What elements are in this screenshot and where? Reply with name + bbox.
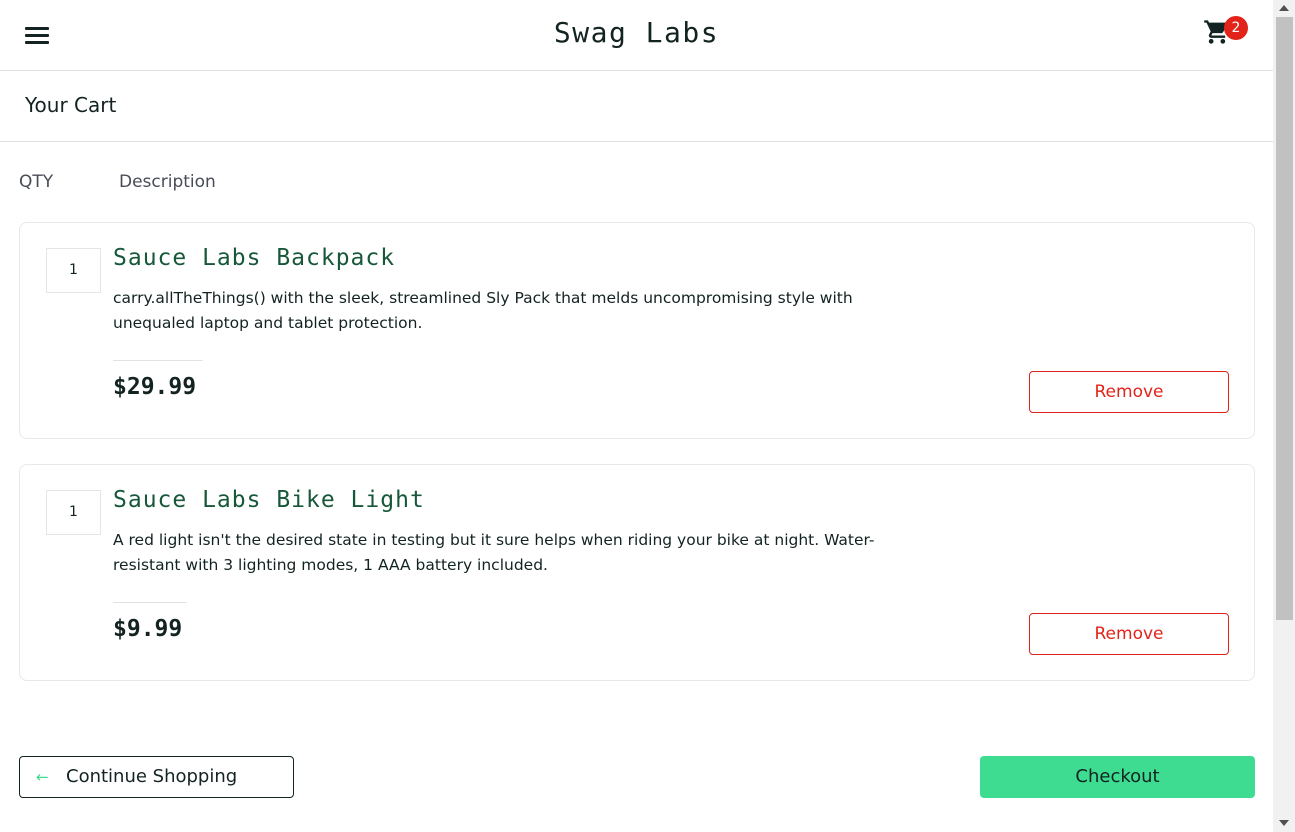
cart-item: 1 Sauce Labs Backpack carry.allTheThings… xyxy=(19,222,1255,439)
qty-column-label: QTY xyxy=(19,172,54,192)
scrollbar-thumb[interactable] xyxy=(1276,17,1293,620)
remove-button[interactable]: Remove xyxy=(1029,371,1229,413)
page-title: Your Cart xyxy=(25,93,117,117)
checkout-button[interactable]: Checkout xyxy=(980,756,1255,798)
item-name-link[interactable]: Sauce Labs Bike Light xyxy=(113,487,425,513)
scroll-down-arrow-icon[interactable] xyxy=(1279,820,1289,826)
continue-shopping-button[interactable]: ← Continue Shopping xyxy=(19,756,294,798)
item-description: carry.allTheThings() with the sleek, str… xyxy=(113,289,853,332)
item-price: $9.99 xyxy=(113,616,183,642)
cart-badge: 2 xyxy=(1224,16,1248,40)
shopping-cart-link[interactable]: 2 xyxy=(1203,16,1248,52)
item-quantity: 1 xyxy=(46,490,101,535)
primary-header: Swag Labs 2 xyxy=(0,0,1273,71)
cart-page: Swag Labs 2 Your Cart QTY Description 1 … xyxy=(0,0,1273,832)
scroll-up-arrow-icon[interactable] xyxy=(1279,5,1289,11)
description-column-label: Description xyxy=(119,172,216,192)
app-logo: Swag Labs xyxy=(553,16,720,49)
price-divider xyxy=(113,602,187,603)
item-name-link[interactable]: Sauce Labs Backpack xyxy=(113,245,395,271)
arrow-left-icon: ← xyxy=(36,768,49,786)
item-price: $29.99 xyxy=(113,374,197,400)
remove-button[interactable]: Remove xyxy=(1029,613,1229,655)
price-divider xyxy=(113,360,203,361)
item-quantity: 1 xyxy=(46,248,101,293)
continue-shopping-label: Continue Shopping xyxy=(66,766,238,787)
secondary-header: Your Cart xyxy=(0,71,1273,142)
cart-item: 1 Sauce Labs Bike Light A red light isn'… xyxy=(19,464,1255,681)
item-description: A red light isn't the desired state in t… xyxy=(113,531,875,574)
